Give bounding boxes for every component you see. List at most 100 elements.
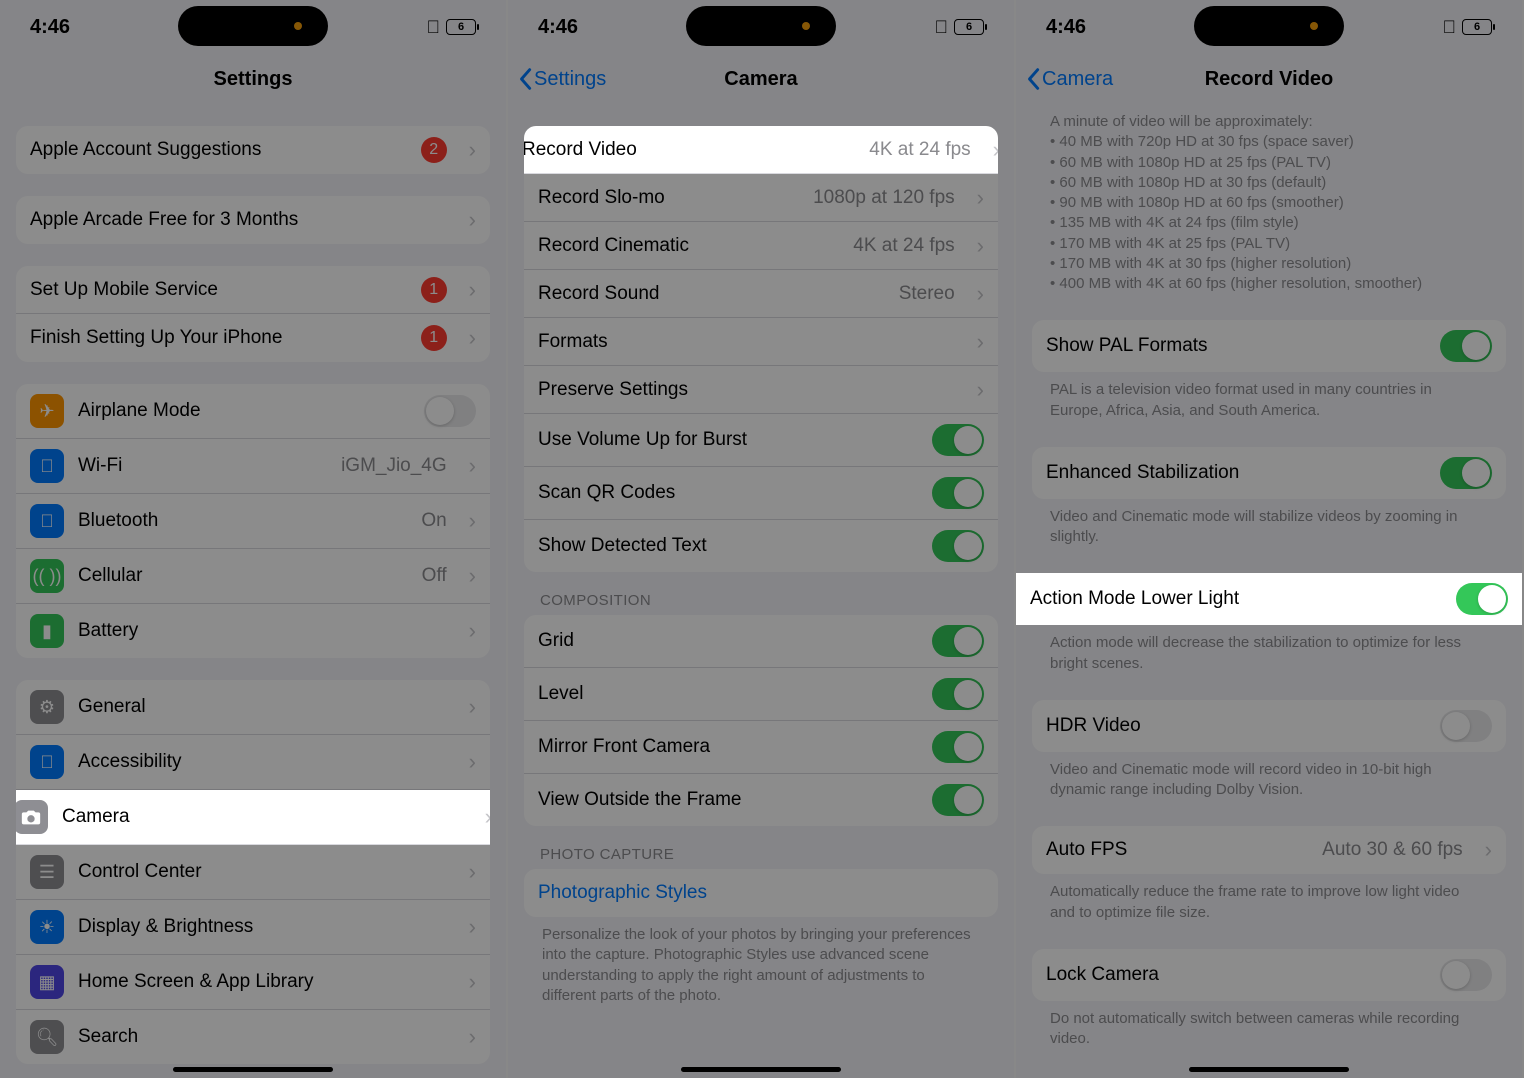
row-apple-account[interactable]: Apple Account Suggestions 2 › xyxy=(16,126,490,174)
footer-action-mode: Action mode will decrease the stabilizat… xyxy=(1032,625,1506,678)
chevron-right-icon: › xyxy=(469,749,476,775)
row-general[interactable]: ⚙︎ General › xyxy=(16,680,490,735)
chevron-right-icon: › xyxy=(977,377,984,403)
footer-lock-camera: Do not automatically switch between came… xyxy=(1032,1001,1506,1054)
chevron-right-icon: › xyxy=(977,281,984,307)
chevron-right-icon: › xyxy=(977,329,984,355)
section-header-composition: COMPOSITION xyxy=(524,572,998,615)
toggle-detected-text[interactable] xyxy=(932,530,984,562)
row-camera[interactable]: Camera › xyxy=(16,790,490,845)
footer-auto-fps: Automatically reduce the frame rate to i… xyxy=(1032,874,1506,927)
toggle-stabilization[interactable] xyxy=(1440,457,1492,489)
battery-icon: 6 xyxy=(446,19,476,35)
page-title: Settings xyxy=(214,68,293,91)
home-indicator[interactable] xyxy=(173,1067,333,1072)
home-indicator[interactable] xyxy=(1189,1067,1349,1072)
row-battery[interactable]: ▮ Battery › xyxy=(16,604,490,658)
chevron-right-icon: › xyxy=(469,207,476,233)
row-record-cinematic[interactable]: Record Cinematic 4K at 24 fps › xyxy=(524,222,998,270)
row-search[interactable]: 🔍︎ Search › xyxy=(16,1010,490,1064)
row-finish-setup[interactable]: Finish Setting Up Your iPhone 1 › xyxy=(16,314,490,362)
row-record-video[interactable]: Record Video 4K at 24 fps › xyxy=(524,126,998,174)
badge: 1 xyxy=(421,277,447,303)
toggle-hdr[interactable] xyxy=(1440,710,1492,742)
row-scan-qr[interactable]: Scan QR Codes xyxy=(524,467,998,520)
chevron-right-icon: › xyxy=(469,277,476,303)
toggle-pal[interactable] xyxy=(1440,330,1492,362)
footer-pal: PAL is a television video format used in… xyxy=(1032,372,1506,425)
toggle-grid[interactable] xyxy=(932,625,984,657)
gear-icon: ⚙︎ xyxy=(30,690,64,724)
row-airplane[interactable]: ✈︎ Airplane Mode xyxy=(16,384,490,439)
wifi-icon: 􀙇 xyxy=(935,17,949,38)
row-record-slomo[interactable]: Record Slo-mo 1080p at 120 fps › xyxy=(524,174,998,222)
row-enhanced-stabilization[interactable]: Enhanced Stabilization xyxy=(1032,447,1506,499)
chevron-right-icon: › xyxy=(993,137,998,163)
status-bar: 4:46 􀙇 6 xyxy=(508,0,1014,54)
row-action-mode-lower-light[interactable]: Action Mode Lower Light xyxy=(1016,573,1522,625)
home-indicator[interactable] xyxy=(681,1067,841,1072)
toggle-mirror[interactable] xyxy=(932,731,984,763)
status-time: 4:46 xyxy=(538,16,578,39)
toggle-lock-camera[interactable] xyxy=(1440,959,1492,991)
row-mobile-service[interactable]: Set Up Mobile Service 1 › xyxy=(16,266,490,314)
row-volume-burst[interactable]: Use Volume Up for Burst xyxy=(524,414,998,467)
row-mirror-front[interactable]: Mirror Front Camera xyxy=(524,721,998,774)
row-grid[interactable]: Grid xyxy=(524,615,998,668)
row-outside-frame[interactable]: View Outside the Frame xyxy=(524,774,998,826)
dynamic-island xyxy=(1194,6,1344,46)
chevron-right-icon: › xyxy=(469,914,476,940)
status-time: 4:46 xyxy=(1046,16,1086,39)
row-auto-fps[interactable]: Auto FPS Auto 30 & 60 fps › xyxy=(1032,826,1506,874)
row-preserve-settings[interactable]: Preserve Settings › xyxy=(524,366,998,414)
row-arcade[interactable]: Apple Arcade Free for 3 Months › xyxy=(16,196,490,244)
row-photographic-styles[interactable]: Photographic Styles xyxy=(524,869,998,917)
back-button[interactable]: Camera xyxy=(1026,67,1113,91)
chevron-right-icon: › xyxy=(469,969,476,995)
display-icon: ☀︎ xyxy=(30,910,64,944)
row-control-center[interactable]: ☰ Control Center › xyxy=(16,845,490,900)
chevron-right-icon: › xyxy=(977,185,984,211)
screen-record-video: 4:46 􀙇 6 Camera Record Video A minute of… xyxy=(1016,0,1524,1078)
section-header-photo: PHOTO CAPTURE xyxy=(524,826,998,869)
screen-settings: 4:46 􀙇 6 Settings Apple Account Suggesti… xyxy=(0,0,508,1078)
back-button[interactable]: Settings xyxy=(518,67,606,91)
row-accessibility[interactable]: 􀕾 Accessibility › xyxy=(16,735,490,790)
battery-icon: 6 xyxy=(954,19,984,35)
row-wifi[interactable]: 􀙇 Wi-Fi iGM_Jio_4G › xyxy=(16,439,490,494)
toggle-outside[interactable] xyxy=(932,784,984,816)
wifi-icon: 􀙇 xyxy=(427,17,441,38)
row-detected-text[interactable]: Show Detected Text xyxy=(524,520,998,572)
cellular-icon: (( )) xyxy=(30,559,64,593)
video-size-summary: A minute of video will be approximately:… xyxy=(1032,104,1506,298)
row-pal-formats[interactable]: Show PAL Formats xyxy=(1032,320,1506,372)
toggle-burst[interactable] xyxy=(932,424,984,456)
footer-hdr: Video and Cinematic mode will record vid… xyxy=(1032,752,1506,805)
chevron-right-icon: › xyxy=(977,233,984,259)
row-home-screen[interactable]: ▦ Home Screen & App Library › xyxy=(16,955,490,1010)
accessibility-icon: 􀕾 xyxy=(30,745,64,779)
chevron-right-icon: › xyxy=(469,508,476,534)
row-lock-camera[interactable]: Lock Camera xyxy=(1032,949,1506,1001)
toggle-airplane[interactable] xyxy=(424,395,476,427)
row-hdr-video[interactable]: HDR Video xyxy=(1032,700,1506,752)
chevron-right-icon: › xyxy=(469,859,476,885)
chevron-right-icon: › xyxy=(469,694,476,720)
row-display[interactable]: ☀︎ Display & Brightness › xyxy=(16,900,490,955)
row-record-sound[interactable]: Record Sound Stereo › xyxy=(524,270,998,318)
row-level[interactable]: Level xyxy=(524,668,998,721)
page-title: Camera xyxy=(724,68,797,91)
chevron-right-icon: › xyxy=(469,563,476,589)
chevron-right-icon: › xyxy=(469,137,476,163)
toggle-level[interactable] xyxy=(932,678,984,710)
chevron-right-icon: › xyxy=(469,325,476,351)
status-bar: 4:46 􀙇 6 xyxy=(1016,0,1522,54)
toggle-action-mode[interactable] xyxy=(1456,583,1508,615)
footer-photographic-styles: Personalize the look of your photos by b… xyxy=(524,917,998,1010)
row-cellular[interactable]: (( )) Cellular Off › xyxy=(16,549,490,604)
row-formats[interactable]: Formats › xyxy=(524,318,998,366)
row-bluetooth[interactable]: 􀖀 Bluetooth On › xyxy=(16,494,490,549)
dynamic-island xyxy=(178,6,328,46)
nav-bar: Camera Record Video xyxy=(1016,54,1522,104)
toggle-qr[interactable] xyxy=(932,477,984,509)
